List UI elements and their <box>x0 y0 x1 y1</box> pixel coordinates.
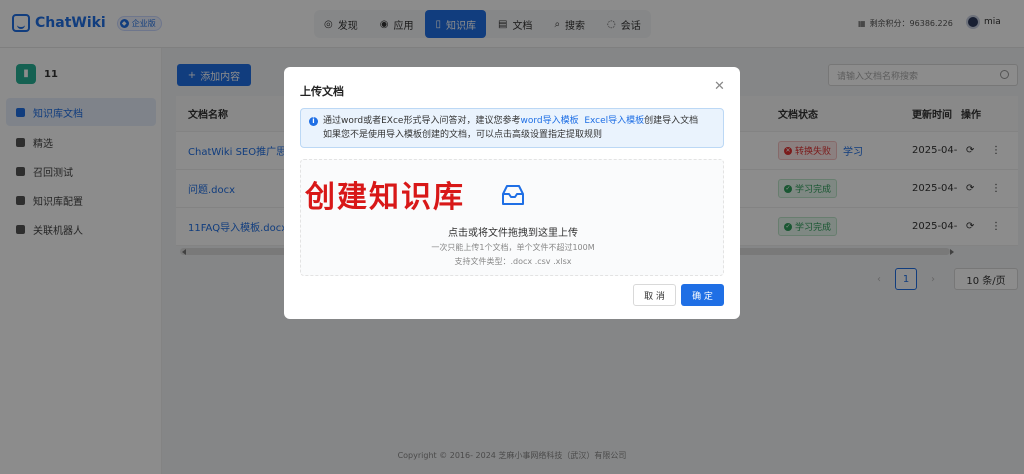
info-icon: i <box>309 117 318 126</box>
dropzone-instruction: 点击或将文件拖拽到这里上传 <box>448 228 578 239</box>
notice-line-1: 通过word或者EXce形式导入问答对，建议您参考word导入模板 Excel导… <box>323 114 698 128</box>
inbox-icon <box>502 185 524 205</box>
word-template-link[interactable]: word导入模板 <box>520 116 578 126</box>
dropzone-filetypes: 支持文件类型：.docx .csv .xlsx <box>454 257 572 266</box>
upload-document-dialog: 上传文档 ✕ i 通过word或者EXce形式导入问答对，建议您参考word导入… <box>284 67 740 319</box>
close-icon[interactable]: ✕ <box>714 79 725 94</box>
notice-prefix: 通过word或者EXce形式导入问答对，建议您参考 <box>323 116 521 126</box>
notice-suffix: 创建导入文档 <box>644 116 699 126</box>
file-dropzone[interactable]: 创建知识库 点击或将文件拖拽到这里上传 一次只能上传1个文档，单个文件不超过10… <box>300 159 724 276</box>
cancel-button[interactable]: 取 消 <box>633 284 676 306</box>
dialog-title: 上传文档 <box>300 85 344 98</box>
watermark-text: 创建知识库 <box>305 180 465 215</box>
dropzone-limit: 一次只能上传1个文档，单个文件不超过100M <box>431 243 595 252</box>
notice-line-2: 如果您不是使用导入模板创建的文档，可以点击高级设置指定提取规则 <box>323 130 603 140</box>
import-notice: i 通过word或者EXce形式导入问答对，建议您参考word导入模板 Exce… <box>300 108 724 148</box>
excel-template-link[interactable]: Excel导入模板 <box>584 116 644 126</box>
confirm-button[interactable]: 确 定 <box>681 284 724 306</box>
